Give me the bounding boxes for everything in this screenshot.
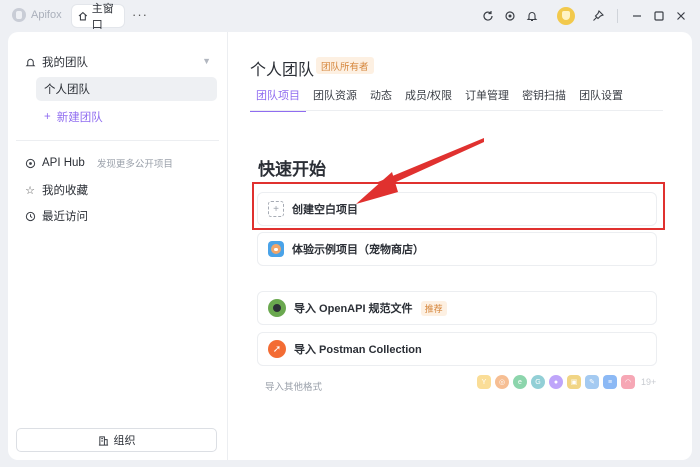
tab-main-window-label: 主窗口 xyxy=(91,3,114,31)
tab-members[interactable]: 成员/权限 xyxy=(405,87,452,112)
postman-icon: ➚ xyxy=(268,340,286,358)
app-brand: Apifox xyxy=(12,8,62,22)
dashed-plus-icon: + xyxy=(268,201,284,217)
team-tabs: 团队项目 团队资源 动态 成员/权限 订单管理 密钥扫描 团队设置 xyxy=(250,87,636,112)
favorites-label: 我的收藏 xyxy=(42,185,88,197)
home-icon xyxy=(78,11,88,21)
refresh-icon xyxy=(483,11,493,21)
sidebar-item-api-hub[interactable]: API Hub 发现更多公开项目 xyxy=(24,156,173,170)
format-yapi-icon[interactable]: Y xyxy=(477,375,491,389)
organization-button[interactable]: 组织 xyxy=(16,428,217,452)
settings-icon xyxy=(505,11,515,21)
close-button[interactable] xyxy=(670,5,692,27)
maximize-icon xyxy=(654,11,664,21)
import-openapi-card[interactable]: 导入 OpenAPI 规范文件 推荐 xyxy=(257,291,657,325)
import-postman-card[interactable]: ➚ 导入 Postman Collection xyxy=(257,332,657,366)
tab-orders[interactable]: 订单管理 xyxy=(465,87,509,112)
sidebar-item-personal-team[interactable]: 个人团队 xyxy=(36,77,217,101)
sidebar-item-my-team-label: 我的团队 xyxy=(42,57,88,69)
import-openapi-label: 导入 OpenAPI 规范文件 xyxy=(294,303,413,315)
app-name: Apifox xyxy=(31,9,62,21)
tabs-divider xyxy=(250,110,663,111)
new-team-label: 新建团队 xyxy=(56,112,103,124)
collapse-caret-icon[interactable]: ▼ xyxy=(202,56,211,66)
tab-team-resources[interactable]: 团队资源 xyxy=(313,87,357,112)
refresh-button[interactable] xyxy=(477,5,499,27)
main-panel: 个人团队 团队所有者 团队项目 团队资源 动态 成员/权限 订单管理 密钥扫描 … xyxy=(227,32,692,460)
user-avatar[interactable] xyxy=(557,7,575,25)
recommended-badge: 推荐 xyxy=(420,300,447,316)
create-blank-project-card[interactable]: + 创建空白项目 xyxy=(257,192,657,226)
create-blank-label: 创建空白项目 xyxy=(292,204,358,216)
minimize-button[interactable] xyxy=(626,5,648,27)
building-icon xyxy=(98,435,108,446)
pin-button[interactable] xyxy=(587,5,609,27)
title-bar: Apifox 主窗口 ··· xyxy=(0,0,700,32)
sidebar-item-my-team[interactable]: 我的团队 xyxy=(24,54,88,70)
format-doclever-icon[interactable]: ◠ xyxy=(621,375,635,389)
star-icon: ☆ xyxy=(25,184,35,197)
format-insomnia-icon[interactable]: ● xyxy=(549,375,563,389)
openapi-icon xyxy=(268,299,286,317)
minimize-icon xyxy=(633,15,641,17)
tab-key-scan[interactable]: 密钥扫描 xyxy=(522,87,566,112)
organization-label: 组织 xyxy=(113,435,136,447)
notifications-button[interactable] xyxy=(521,5,543,27)
new-team-button[interactable]: + 新建团队 xyxy=(44,109,103,125)
sample-project-card[interactable]: 体验示例项目（宠物商店） xyxy=(257,232,657,266)
pin-icon xyxy=(593,10,604,21)
format-showdoc-icon[interactable]: ✎ xyxy=(585,375,599,389)
titlebar-actions xyxy=(477,0,700,32)
tab-team-settings[interactable]: 团队设置 xyxy=(579,87,623,112)
pet-store-icon xyxy=(268,241,284,257)
close-icon xyxy=(677,12,685,20)
format-count: 19+ xyxy=(641,377,657,387)
sample-project-label: 体验示例项目（宠物商店） xyxy=(292,244,424,256)
api-hub-subtitle: 发现更多公开项目 xyxy=(96,159,173,170)
format-icons: Y ◎ e G ● ▣ ✎ ≡ ◠ 19+ xyxy=(477,375,656,389)
owner-badge: 团队所有者 xyxy=(316,57,374,74)
sidebar: 我的团队 ▼ 个人团队 + 新建团队 API Hub 发现更多公开项目 ☆ 我的… xyxy=(8,32,227,460)
clock-icon xyxy=(24,210,36,222)
format-jmeter-icon[interactable]: ≡ xyxy=(603,375,617,389)
recent-label: 最近访问 xyxy=(42,211,88,223)
import-other-formats-link[interactable]: 导入其他格式 xyxy=(265,379,322,393)
settings-button[interactable] xyxy=(499,5,521,27)
tab-team-projects[interactable]: 团队项目 xyxy=(250,87,306,112)
format-apizza-icon[interactable]: ▣ xyxy=(567,375,581,389)
format-eolink-icon[interactable]: e xyxy=(513,375,527,389)
bell-icon xyxy=(526,12,538,22)
quick-start-heading: 快速开始 xyxy=(258,160,326,179)
tab-activity[interactable]: 动态 xyxy=(370,87,392,112)
sidebar-item-favorites[interactable]: ☆ 我的收藏 xyxy=(24,182,88,198)
maximize-button[interactable] xyxy=(648,5,670,27)
api-hub-label: API Hub xyxy=(42,157,85,169)
page-title: 个人团队 xyxy=(250,62,315,79)
more-tabs-button[interactable]: ··· xyxy=(132,7,148,22)
import-postman-label: 导入 Postman Collection xyxy=(294,344,422,356)
team-bell-icon xyxy=(24,56,36,68)
format-swagger-icon[interactable]: ◎ xyxy=(495,375,509,389)
sidebar-item-recent[interactable]: 最近访问 xyxy=(24,208,88,224)
hub-icon xyxy=(24,157,36,169)
tab-main-window[interactable]: 主窗口 xyxy=(72,3,124,31)
sidebar-divider xyxy=(16,140,219,141)
plus-icon: + xyxy=(44,111,51,123)
apifox-logo-icon xyxy=(12,8,26,22)
format-rap-icon[interactable]: G xyxy=(531,375,545,389)
titlebar-divider xyxy=(617,9,618,23)
